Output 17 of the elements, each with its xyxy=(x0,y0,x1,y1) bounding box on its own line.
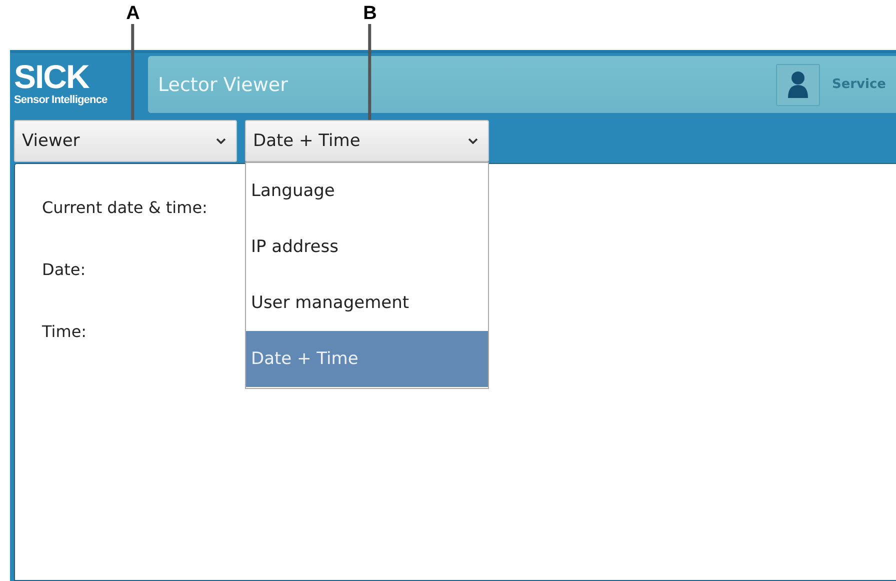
dropdown-select[interactable]: Date + Time xyxy=(245,120,489,162)
callout-label: A xyxy=(126,4,140,24)
menu-item[interactable]: IP address xyxy=(246,219,488,275)
user-role: Service xyxy=(832,77,886,92)
user-icon xyxy=(786,70,809,98)
logo: SICK Sensor Intelligence xyxy=(14,62,108,106)
menu-item[interactable]: Language xyxy=(246,163,488,219)
field-label: Time: xyxy=(42,322,88,343)
menu-item[interactable]: User management xyxy=(246,275,488,331)
app-title: Lector Viewer xyxy=(158,74,289,96)
user-button[interactable] xyxy=(776,64,820,106)
field-label: Date: xyxy=(42,260,87,281)
caret-icon xyxy=(468,138,478,144)
field-label: Current date & time: xyxy=(42,198,208,219)
dropdown-select[interactable]: Viewer xyxy=(14,120,237,162)
callout-label: B xyxy=(363,4,377,24)
caret-icon xyxy=(216,138,226,144)
